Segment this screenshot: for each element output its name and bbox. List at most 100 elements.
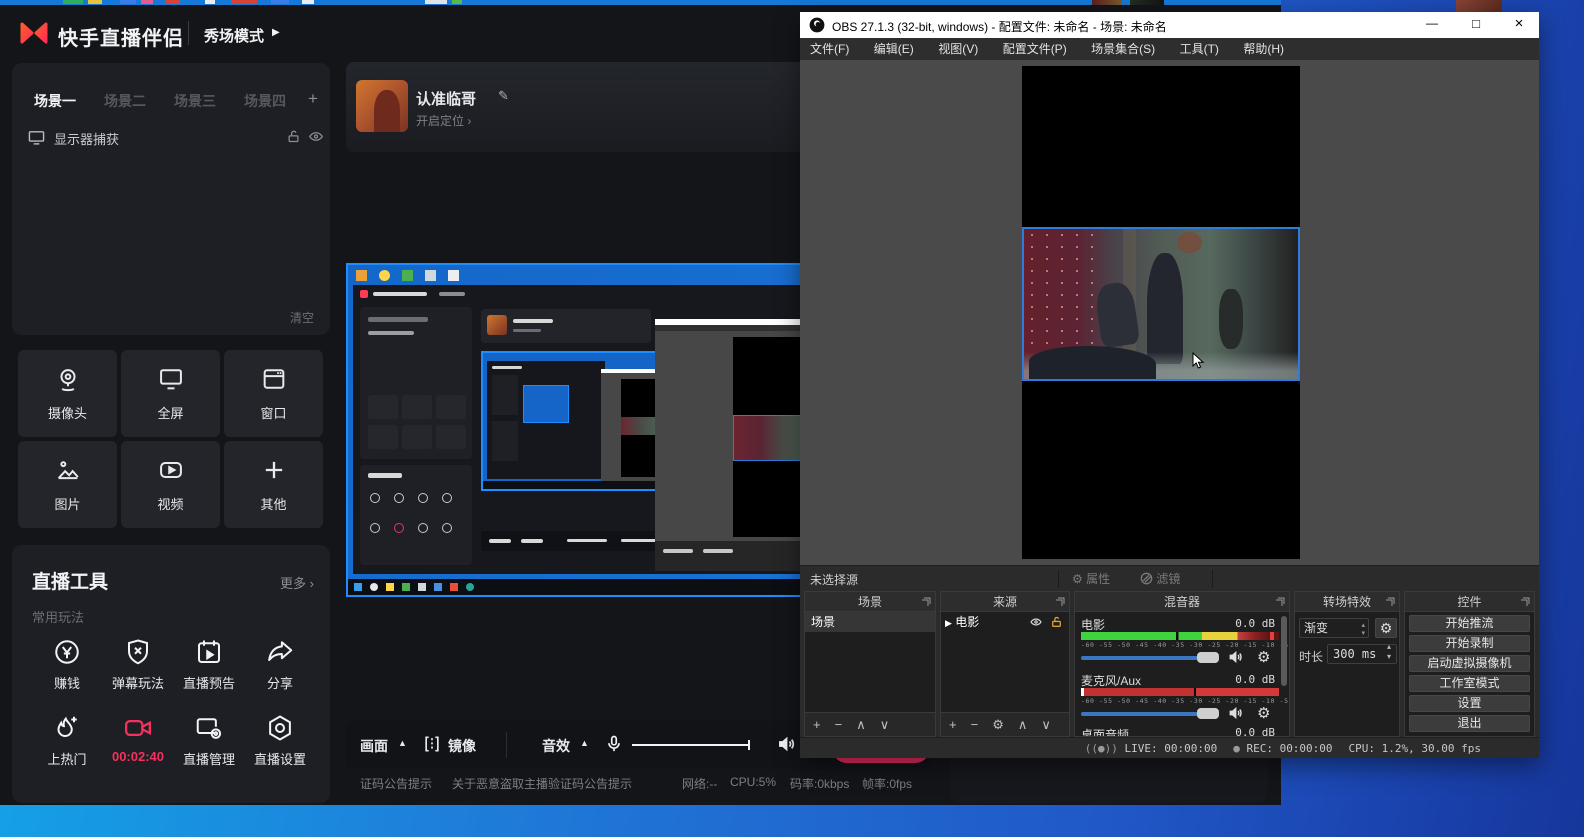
mic-volume-handle[interactable] [748,740,750,750]
caret-up-icon[interactable]: ▲ [580,738,589,748]
menu-scene-collection[interactable]: 场景集合(S) [1081,38,1165,60]
add-source-button[interactable]: + [949,717,957,732]
mic-volume-handle[interactable] [1197,708,1219,719]
scene-tab-3[interactable]: 场景三 [174,91,216,111]
start-recording-button[interactable]: 开始录制 [1409,635,1530,652]
speaker-icon[interactable] [1227,649,1245,665]
window-icon [260,365,288,393]
scene-list-item[interactable]: 场景 [805,612,935,632]
add-scene-button[interactable]: + [813,717,821,732]
maximize-button[interactable]: □ [1456,16,1496,31]
menu-help[interactable]: 帮助(H) [1233,38,1294,60]
mirror-button[interactable]: 镜像 [448,736,476,756]
settings-button[interactable]: 设置 [1409,695,1530,712]
tool-trending[interactable]: 上热门 [36,713,98,768]
enable-location-link[interactable]: 开启定位 › [416,112,471,129]
candle-wall [1024,229,1106,349]
close-button[interactable]: × [1499,15,1539,32]
mode-arrow-icon[interactable]: ▶ [272,27,280,38]
minimize-button[interactable]: — [1412,16,1452,30]
capture-source-row[interactable]: 显示器捕获 [12,125,330,151]
studio-mode-button[interactable]: 工作室模式 [1409,675,1530,692]
start-virtual-camera-button[interactable]: 启动虚拟摄像机 [1409,655,1530,672]
movie-volume-handle[interactable] [1197,652,1219,663]
edit-name-icon[interactable]: ✎ [498,88,509,104]
tool-share[interactable]: 分享 [249,637,311,692]
filters-button[interactable]: 滤镜 [1140,570,1180,587]
eye-icon[interactable] [308,129,324,144]
popout-icon[interactable] [1385,597,1395,607]
source-properties-button[interactable]: ⚙ [992,717,1004,733]
menu-edit[interactable]: 编辑(E) [864,38,924,60]
source-button-fullscreen[interactable]: 全屏 [121,350,220,437]
tool-record-timer[interactable]: 00:02:40 [107,713,169,764]
scene-up-button[interactable]: ∧ [856,717,866,733]
menu-view[interactable]: 视图(V) [928,38,988,60]
movie-source-video[interactable] [1022,227,1300,381]
speaker-icon[interactable] [776,734,798,754]
source-button-other[interactable]: 其他 [224,441,323,528]
mic-volume-track[interactable] [1081,712,1209,716]
scene-tab-4[interactable]: 场景四 [244,91,286,111]
transition-select[interactable]: 渐变 ▴ ▾ [1299,618,1369,638]
mixer-dock-title: 混音器 [1164,595,1200,609]
remove-scene-button[interactable]: − [835,717,843,732]
scenes-panel: 场景一 场景二 场景三 场景四 + 显示器捕获 清空 [12,63,330,335]
tool-danmaku[interactable]: 弹幕玩法 [107,637,169,692]
figure-silhouette [1147,253,1183,364]
sound-effect-button[interactable]: 音效 [542,736,570,756]
tool-live-settings[interactable]: 直播设置 [249,713,311,768]
properties-button[interactable]: ⚙ 属性 [1072,570,1110,587]
clear-scenes-button[interactable]: 清空 [290,309,314,326]
source-list-item[interactable]: ▶ 电影 [941,612,1069,632]
source-button-video[interactable]: 视频 [121,441,220,528]
scene-tab-1[interactable]: 场景一 [34,91,76,111]
start-streaming-button[interactable]: 开始推流 [1409,615,1530,632]
menu-tools[interactable]: 工具(T) [1170,38,1229,60]
microphone-icon[interactable] [604,733,624,755]
mode-switcher[interactable]: 秀场模式 [204,25,264,46]
mixer-scrollbar[interactable] [1281,616,1287,686]
screen-menu-button[interactable]: 画面 [360,736,388,756]
source-button-window[interactable]: 窗口 [224,350,323,437]
source-button-camera[interactable]: 摄像头 [18,350,117,437]
spinner-down-icon[interactable]: ▾ [1387,652,1391,661]
unlock-icon[interactable] [1050,615,1063,629]
more-link[interactable]: 更多 › [280,573,314,592]
speaker-icon[interactable] [1227,705,1245,721]
popout-icon[interactable] [921,597,931,607]
obs-docks-row: 场景 场景 + − ∧ ∨ 来源 ▶ 电影 [800,591,1539,737]
tool-live-manage[interactable]: 直播管理 [178,713,240,768]
live-tools-panel: 直播工具 更多 › 常用玩法 赚钱 弹幕玩法 直播预告 [12,545,330,803]
source-down-button[interactable]: ∨ [1041,717,1051,733]
notice-2[interactable]: 关于恶意盗取主播验证码公告提示 [452,775,632,792]
mirror-icon[interactable] [422,734,442,754]
transition-gear-button[interactable]: ⚙ [1375,618,1397,638]
spinner-up-icon[interactable]: ▴ [1387,642,1391,651]
movie-volume-track[interactable] [1081,656,1209,660]
controls-dock-title: 控件 [1457,595,1481,609]
menu-file[interactable]: 文件(F) [800,38,859,60]
transitions-dock: 转场特效 渐变 ▴ ▾ ⚙ 时长 300 ms ▴ ▾ [1294,591,1400,737]
exit-button[interactable]: 退出 [1409,715,1530,732]
tool-live-preview[interactable]: 直播预告 [178,637,240,692]
source-button-image[interactable]: 图片 [18,441,117,528]
popout-icon[interactable] [1520,597,1530,607]
source-up-button[interactable]: ∧ [1018,717,1028,733]
notice-1[interactable]: 证码公告提示 [360,775,432,792]
channel-gear-icon[interactable]: ⚙ [1257,704,1270,722]
caret-up-icon[interactable]: ▲ [398,738,407,748]
scene-tab-2[interactable]: 场景二 [104,91,146,111]
menu-profile[interactable]: 配置文件(P) [993,38,1077,60]
popout-icon[interactable] [1055,597,1065,607]
add-scene-button[interactable]: + [308,89,318,109]
eye-icon[interactable] [1029,616,1043,628]
scene-down-button[interactable]: ∨ [880,717,890,733]
avatar[interactable] [356,80,408,132]
channel-gear-icon[interactable]: ⚙ [1257,648,1270,666]
popout-icon[interactable] [1275,597,1285,607]
tool-earn[interactable]: 赚钱 [36,637,98,692]
mic-volume-slider[interactable] [632,744,750,746]
remove-source-button[interactable]: − [971,717,979,732]
unlock-icon[interactable] [286,129,301,144]
